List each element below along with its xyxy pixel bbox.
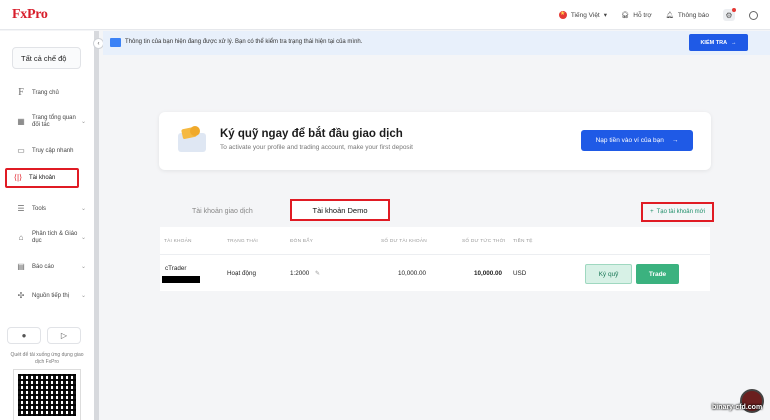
notification-dot [732, 8, 736, 12]
edit-leverage-pencil-icon[interactable]: ✎ [315, 270, 320, 277]
qr-code-image [13, 369, 81, 420]
sidebar-item-label: Nguồn tiếp thị [32, 292, 70, 299]
tab-demo-accounts[interactable]: Tài khoản Demo [290, 199, 390, 221]
tools-icon: ☰ [17, 204, 25, 214]
chevron-down-icon: ⌄ [80, 205, 86, 212]
tab-label: Tài khoản Demo [312, 205, 368, 215]
column-header-account: TÀI KHOẢN [164, 239, 192, 244]
user-profile-icon[interactable] [749, 10, 758, 20]
sidebar-item-label: Báo cáo [32, 263, 55, 270]
app-download-buttons: ● ▷ [7, 327, 81, 344]
sidebar-item-tools[interactable]: ☰ Tools ⌄ [6, 203, 92, 215]
account-trade-button[interactable]: Trade [636, 264, 679, 284]
sidebar-item-reports[interactable]: ▤ Báo cáo ⌄ [6, 261, 92, 273]
vietnam-flag-icon [558, 10, 567, 19]
account-name: cTrader [165, 265, 187, 272]
language-selector[interactable]: Tiếng Việt ▾ [558, 10, 608, 19]
chevron-down-icon: ⌄ [80, 234, 86, 241]
education-icon: ⌂ [18, 233, 24, 243]
settings-button[interactable]: ⚙ [723, 8, 736, 21]
top-right-menu: Tiếng Việt ▾ 🎧︎ Hỗ trợ 🔔︎ Thông báo ⚙ [558, 0, 758, 30]
sidebar-item-quick-access[interactable]: ▭ Truy cập nhanh [6, 145, 92, 157]
arrow-right-icon: → [731, 39, 737, 46]
sidebar-item-accounts[interactable]: ⟨|⟩ Tài khoản [5, 168, 79, 188]
sidebar-scrollbar[interactable] [94, 31, 99, 420]
banner-message: Thông tin của bạn hiện đang được xử lý. … [125, 39, 363, 45]
watermark-text: binary-cfd.com [712, 404, 763, 411]
check-status-button[interactable]: KIỂM TRA → [689, 34, 748, 51]
home-f-icon: F [18, 87, 24, 99]
account-status: Hoạt động [227, 270, 257, 277]
marketing-icon: ✣ [17, 291, 25, 301]
sidebar-item-marketing[interactable]: ✣ Nguồn tiếp thị ⌄ [6, 290, 92, 302]
notifications-link[interactable]: 🔔︎ Thông báo [665, 11, 709, 20]
column-header-status: TRẠNG THÁI [227, 239, 258, 244]
chevron-down-icon: ▾ [603, 12, 608, 19]
deposit-title: Ký quỹ ngay để bắt đầu giao dịch [220, 128, 403, 140]
chevron-left-icon: ‹ [97, 40, 100, 47]
apple-icon: ● [21, 331, 27, 340]
chevron-down-icon: ⌄ [80, 263, 86, 270]
apple-app-button[interactable]: ● [7, 327, 41, 344]
sidebar-item-label: Tools [32, 205, 47, 212]
play-icon: ▷ [60, 331, 68, 340]
top-bar: FxPro Tiếng Việt ▾ 🎧︎ Hỗ trợ 🔔︎ Thông bá… [0, 0, 770, 30]
chevron-down-icon: ⌄ [80, 292, 86, 299]
account-deposit-button[interactable]: Ký quỹ [585, 264, 632, 284]
column-header-equity: SỐ DƯ TỨC THỜI [462, 239, 506, 244]
sidebar-item-label: Trang tổng quan đối tác [32, 115, 76, 128]
redacted-account-number [162, 276, 200, 283]
bell-icon: 🔔︎ [665, 12, 674, 19]
column-header-balance: SỐ DƯ TÀI KHOẢN [381, 239, 427, 244]
create-account-label: Tạo tài khoản mới [656, 209, 705, 215]
sidebar-item-label: Tài khoản [29, 174, 56, 181]
quick-access-icon: ▭ [17, 146, 25, 156]
gear-icon: ⚙ [725, 10, 733, 20]
deposit-prompt-card: Ký quỹ ngay để bắt đầu giao dịch To acti… [159, 112, 711, 170]
table-divider [160, 254, 710, 255]
accounts-icon: ⟨|⟩ [13, 173, 23, 183]
google-play-button[interactable]: ▷ [47, 327, 81, 344]
check-status-label: KIỂM TRA [700, 39, 728, 46]
qr-caption: Quét để tải xuống ứng dụng giao dịch FxP… [10, 352, 84, 365]
fxpro-logo[interactable]: FxPro [12, 7, 48, 23]
info-banner: Thông tin của bạn hiện đang được xử lý. … [103, 31, 770, 55]
deposit-to-wallet-button[interactable]: Nạp tiền vào ví của bạn → [581, 130, 693, 151]
account-currency: USD [513, 270, 527, 277]
notifications-label: Thông báo [677, 11, 709, 19]
support-link[interactable]: 🎧︎ Hỗ trợ [621, 11, 652, 20]
wallet-illustration-icon [176, 125, 208, 155]
sidebar-item-partner-dashboard[interactable]: ▦ Trang tổng quan đối tác ⌄ [6, 112, 92, 132]
account-equity: 10,000.00 [474, 270, 503, 277]
tab-live-accounts[interactable]: Tài khoản giao dịch [192, 208, 253, 215]
language-label: Tiếng Việt [570, 11, 600, 19]
report-icon: ▤ [17, 262, 25, 272]
account-balance: 10,000.00 [398, 270, 427, 277]
dashboard-icon: ▦ [17, 117, 25, 127]
create-account-button[interactable]: + Tạo tài khoản mới [641, 202, 714, 222]
sidebar-item-home[interactable]: F Trang chủ [6, 87, 92, 99]
plus-icon: + [650, 209, 654, 215]
chevron-down-icon: ⌄ [80, 118, 86, 125]
column-header-leverage: ĐÒN BẨY [290, 239, 313, 244]
headset-icon: 🎧︎ [621, 12, 630, 19]
id-card-icon [110, 38, 121, 47]
all-products-button[interactable]: Tất cả chế độ [12, 47, 81, 69]
arrow-right-icon: → [671, 137, 679, 144]
sidebar-item-label: Phân tích & Giáo dục [32, 231, 78, 244]
deposit-subtitle: To activate your profile and trading acc… [220, 144, 413, 151]
sidebar-item-label: Truy cập nhanh [32, 147, 74, 154]
account-leverage: 1:2000 [290, 270, 310, 277]
sidebar-item-education[interactable]: ⌂ Phân tích & Giáo dục ⌄ [6, 228, 92, 248]
column-header-currency: TIỀN TỆ [513, 239, 533, 244]
sidebar-item-label: Trang chủ [32, 89, 59, 96]
deposit-button-label: Nạp tiền vào ví của bạn [595, 137, 664, 144]
support-label: Hỗ trợ [633, 11, 652, 19]
